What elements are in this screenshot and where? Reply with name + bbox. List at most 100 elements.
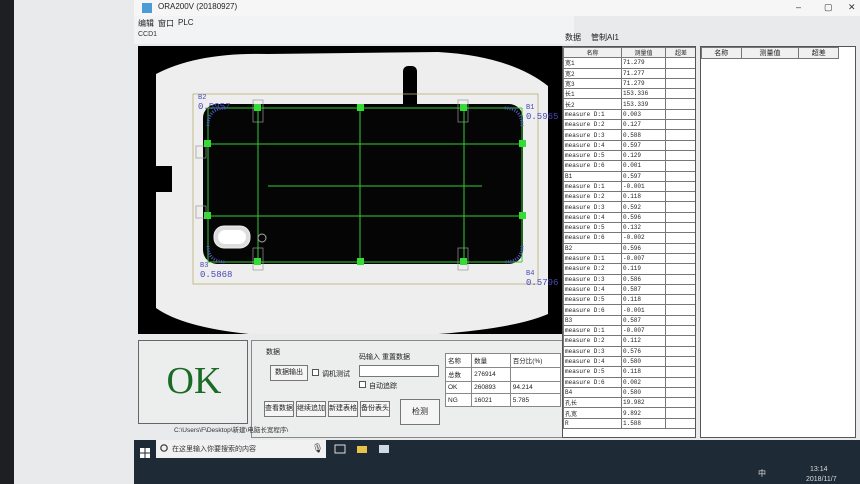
measure-name-cell: 长2 [563, 98, 622, 110]
measure-row[interactable]: measure D:2 0.118 [563, 191, 695, 203]
file-path: C:\Users\F\Desktop\新建\电脑长宽程序\ [174, 427, 289, 434]
maximize-button[interactable]: ▢ [824, 2, 833, 13]
measure-row[interactable]: 宽2 71.277 [563, 67, 695, 79]
measure-name-cell: measure D:3 [563, 345, 622, 357]
auto-track-label: 自动追踪 [369, 383, 397, 390]
measure-row[interactable]: measure D:1 0.003 [563, 108, 695, 121]
stats-header-name: 名称 [444, 353, 473, 368]
tab-data[interactable]: 数据 [565, 32, 581, 43]
microphone-icon[interactable]: 🎙 [312, 443, 323, 453]
measure-row[interactable]: measure D:4 0.587 [563, 283, 695, 296]
measure-row[interactable]: measure D:4 0.597 [563, 139, 695, 151]
reset-data-label[interactable]: 重置数据 [382, 352, 410, 362]
measure-over-cell [665, 314, 695, 327]
measure-row[interactable]: B2 0.596 [563, 242, 695, 254]
camera-view[interactable]: B2 0.5957 B1 0.5965 B3 0.5868 B4 0.5796 [138, 46, 566, 334]
measure-value-cell: -0.001 [621, 180, 666, 193]
file-explorer-icon[interactable] [356, 443, 368, 455]
measure-value-cell: -0.002 [621, 232, 666, 244]
measure-name-cell: measure D:3 [563, 201, 622, 213]
measure-header-row: 名称 测量值 超差 [563, 47, 695, 59]
close-button[interactable]: ✕ [848, 2, 856, 13]
measure-over-cell [665, 376, 695, 388]
ccd-label: CCD1 [138, 31, 158, 38]
measure-row[interactable]: B3 0.587 [563, 314, 695, 327]
measure-row[interactable]: measure D:6 0.001 [563, 160, 695, 172]
measure-row[interactable]: measure D:4 0.596 [563, 211, 695, 224]
view-data-button[interactable]: 查看数据 [264, 401, 294, 417]
measure-row[interactable]: measure D:3 0.576 [563, 345, 695, 357]
menu-window[interactable]: 窗口 [158, 18, 174, 29]
taskbar-search-box[interactable]: 在这里输入你要搜索的内容 🎙 [156, 440, 326, 458]
measure-over-cell [665, 386, 695, 399]
measure-over-cell [665, 170, 695, 182]
camera-image [138, 52, 548, 334]
measure-table-panel[interactable]: 名称 测量值 超差 宽1 71.279 宽2 71.277 宽3 71.279 长1 153.… [562, 46, 696, 438]
code-input-label: 码输入 [359, 354, 380, 361]
new-table-button[interactable]: 新建表格 [328, 401, 358, 417]
measure-row[interactable]: measure D:1 -0.007 [563, 325, 695, 337]
measure-row[interactable]: measure D:5 0.129 [563, 149, 695, 162]
backup-header-button[interactable]: 备份表头 [360, 401, 390, 417]
search-circle-icon [160, 444, 168, 452]
measure-over-cell [665, 252, 695, 265]
app-window-icon[interactable] [378, 443, 390, 455]
measure-over-cell [665, 160, 695, 172]
secondary-table: 名称 测量值 超差 [701, 47, 839, 59]
measure-row[interactable]: measure D:6 -0.002 [563, 232, 695, 244]
measure-over-cell [665, 88, 695, 100]
measure-row[interactable]: measure D:2 0.112 [563, 335, 695, 347]
measure-row[interactable]: measure D:5 0.132 [563, 222, 695, 234]
measure-row[interactable]: B4 0.580 [563, 386, 695, 399]
export-data-button[interactable]: 数据输出 [270, 365, 308, 381]
clock-date[interactable]: 2018/11/7 [806, 476, 837, 483]
measure-row[interactable]: measure D:5 0.118 [563, 294, 695, 306]
measure-value-cell: 0.119 [621, 263, 666, 275]
measure-row[interactable]: measure D:6 -0.001 [563, 304, 695, 316]
ime-indicator[interactable]: 中 [758, 468, 766, 479]
measure-row[interactable]: measure D:2 0.127 [563, 119, 695, 131]
measure-row[interactable]: measure D:3 0.588 [563, 129, 695, 141]
menu-plc[interactable]: PLC [178, 18, 194, 27]
measure-name-cell: B3 [563, 314, 622, 327]
debug-checkbox[interactable] [312, 369, 319, 376]
measure-over-cell [665, 397, 695, 409]
continue-append-button[interactable]: 继续追加 [296, 401, 326, 417]
measure-row[interactable]: measure D:1 -0.001 [563, 180, 695, 193]
detect-button[interactable]: 检测 [400, 399, 440, 425]
measure-header-over: 超差 [665, 47, 695, 59]
code-input-field[interactable] [359, 365, 439, 377]
measure-row[interactable]: B1 0.597 [563, 170, 695, 182]
taskbar: 在这里输入你要搜索的内容 🎙 中 13:14 2018/11/7 [134, 440, 860, 484]
phone-body [203, 104, 523, 264]
menu-edit[interactable]: 编辑 [138, 18, 154, 29]
search-placeholder: 在这里输入你要搜索的内容 [172, 446, 256, 453]
measure-value-cell: 71.279 [621, 57, 666, 69]
minimize-button[interactable]: – [796, 2, 801, 12]
stats-row-total: 总数 276914 [444, 366, 562, 382]
measure-value-cell: -0.001 [621, 304, 666, 316]
tab-control[interactable]: 管制AI1 [591, 32, 619, 43]
measure-row[interactable]: 长1 153.336 [563, 88, 695, 100]
measure-row[interactable]: measure D:1 -0.007 [563, 252, 695, 265]
measure-row[interactable]: measure D:2 0.119 [563, 263, 695, 275]
measure-row[interactable]: measure D:6 0.002 [563, 376, 695, 388]
secondary-header-row: 名称 测量值 超差 [701, 47, 839, 59]
measure-row[interactable]: measure D:5 0.118 [563, 366, 695, 378]
task-view-icon[interactable] [334, 443, 346, 455]
windows-start-icon[interactable] [140, 448, 150, 458]
secondary-table-panel[interactable]: 名称 测量值 超差 [700, 46, 856, 438]
measure-row[interactable]: 宽3 71.279 [563, 77, 695, 90]
auto-track-checkbox[interactable] [359, 381, 366, 388]
measure-row[interactable]: 宽1 71.279 [563, 57, 695, 69]
measure-row[interactable]: 孔宽 9.892 [563, 407, 695, 419]
measure-value-cell: 9.892 [621, 407, 666, 419]
measure-row[interactable]: R 1.588 [563, 417, 695, 429]
measure-row[interactable]: measure D:3 0.586 [563, 273, 695, 285]
measure-row[interactable]: 长2 153.339 [563, 98, 695, 110]
measure-row[interactable]: measure D:3 0.592 [563, 201, 695, 213]
measure-row[interactable]: 孔长 19.982 [563, 397, 695, 409]
measure-row[interactable]: measure D:4 0.580 [563, 355, 695, 368]
measure-over-cell [665, 67, 695, 79]
clock-time[interactable]: 13:14 [810, 466, 828, 473]
